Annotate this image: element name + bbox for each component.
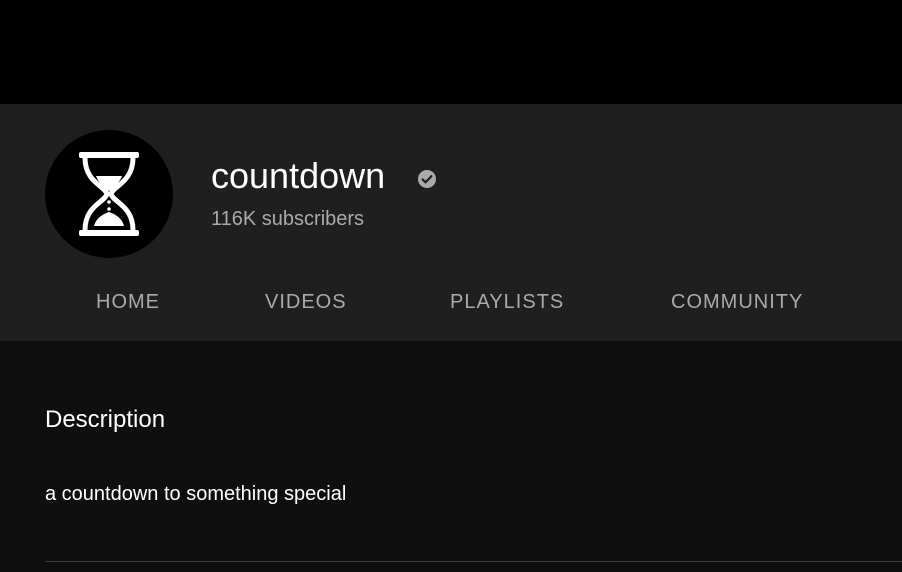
subscriber-count: 116K subscribers bbox=[211, 208, 365, 230]
channel-tabs: HOME VIDEOS PLAYLISTS COMMUNITY bbox=[0, 280, 902, 324]
divider bbox=[45, 561, 902, 562]
tab-community[interactable]: COMMUNITY bbox=[671, 280, 803, 324]
channel-name: countdown bbox=[211, 155, 386, 196]
channel-avatar[interactable] bbox=[45, 130, 173, 258]
channel-header: countdown 116K subscribers HOME VIDEOS P… bbox=[0, 104, 902, 341]
description-heading: Description bbox=[45, 406, 166, 433]
top-bar bbox=[0, 0, 902, 104]
verified-check-icon bbox=[418, 170, 436, 188]
description-text: a countdown to something special bbox=[45, 483, 347, 505]
about-section: Description a countdown to something spe… bbox=[0, 341, 902, 572]
tab-playlists[interactable]: PLAYLISTS bbox=[450, 280, 564, 324]
tab-videos[interactable]: VIDEOS bbox=[265, 280, 347, 324]
hourglass-icon bbox=[79, 152, 139, 236]
tab-home[interactable]: HOME bbox=[96, 280, 160, 324]
